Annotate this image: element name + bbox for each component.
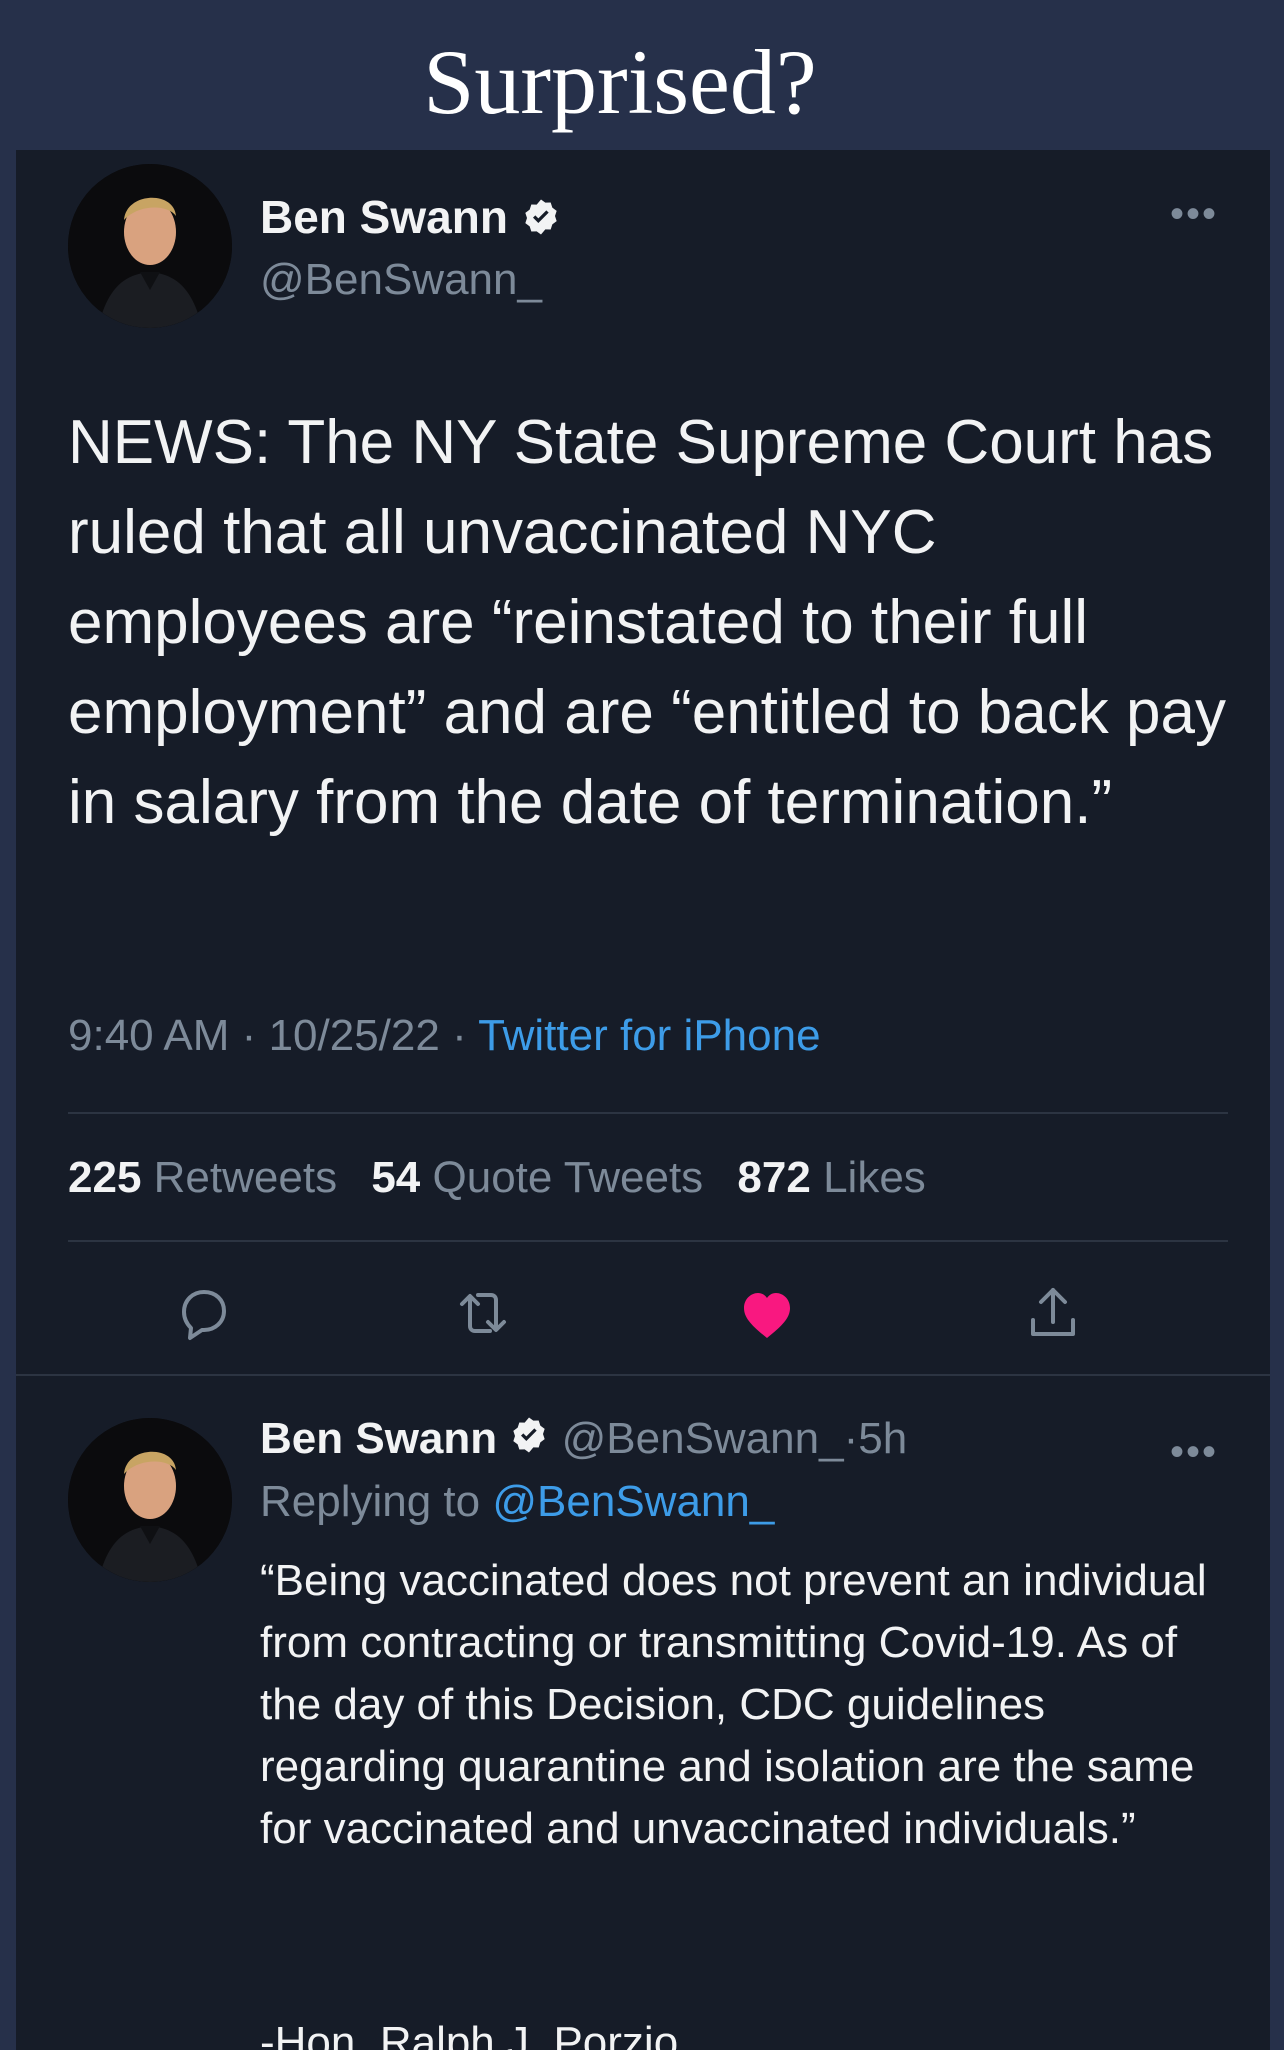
- retweets-count: 225: [68, 1153, 142, 1202]
- tweet-source-link[interactable]: Twitter for iPhone: [478, 1011, 820, 1060]
- reply-header: Ben Swann @BenSwann_·5h: [260, 1412, 907, 1468]
- author-name[interactable]: Ben Swann: [260, 1414, 497, 1463]
- replying-to-link[interactable]: @BenSwann_: [492, 1477, 774, 1526]
- likes-stat[interactable]: 872 Likes: [737, 1153, 925, 1202]
- tweet-separator: [16, 1374, 1270, 1376]
- retweets-label: Retweets: [153, 1153, 338, 1202]
- divider: [68, 1112, 1228, 1114]
- caption-title: Surprised?: [423, 31, 817, 133]
- tweet-actions: [16, 1268, 1270, 1358]
- tweet-time[interactable]: 9:40 AM: [68, 1011, 229, 1060]
- reply-text: “Being vaccinated does not prevent an in…: [260, 1556, 1207, 1853]
- tweet-date[interactable]: 10/25/22: [269, 1011, 440, 1060]
- reply-icon: [182, 1290, 226, 1340]
- tweet-stats: 225 Retweets 54 Quote Tweets 872 Likes: [68, 1152, 926, 1204]
- share-button[interactable]: [1008, 1268, 1098, 1358]
- author-name[interactable]: Ben Swann: [260, 191, 508, 243]
- more-horizontal-icon[interactable]: •••: [1170, 194, 1218, 234]
- replying-to: Replying to @BenSwann_: [260, 1476, 774, 1528]
- quotes-count: 54: [371, 1153, 421, 1202]
- author-handle[interactable]: @BenSwann_: [562, 1414, 844, 1463]
- meta-separator: ·: [843, 1414, 859, 1463]
- tweet-meta: 9:40 AM · 10/25/22 · Twitter for iPhone: [68, 1010, 821, 1062]
- reply-signature: -Hon. Ralph J. Porzio: [260, 2018, 679, 2050]
- avatar[interactable]: [68, 164, 232, 328]
- quotes-label: Quote Tweets: [432, 1153, 704, 1202]
- avatar[interactable]: [68, 1418, 232, 1582]
- reply-button[interactable]: [158, 1268, 248, 1358]
- avatar-photo: [68, 164, 232, 328]
- likes-label: Likes: [823, 1153, 926, 1202]
- meta-separator: ·: [452, 1011, 467, 1060]
- tweet-text: NEWS: The NY State Supreme Court has rul…: [68, 408, 1226, 837]
- like-button[interactable]: [722, 1268, 812, 1358]
- retweets-stat[interactable]: 225 Retweets: [68, 1153, 337, 1202]
- verified-badge-icon: [521, 194, 561, 248]
- author-handle[interactable]: @BenSwann_: [260, 254, 542, 306]
- share-icon: [1031, 1288, 1075, 1336]
- verified-badge-icon: [509, 1414, 549, 1468]
- replying-to-label: Replying to: [260, 1477, 481, 1526]
- author-name-row[interactable]: Ben Swann: [260, 190, 561, 248]
- retweet-icon: [460, 1293, 506, 1333]
- meta-separator: ·: [241, 1011, 257, 1060]
- quote-tweets-stat[interactable]: 54 Quote Tweets: [371, 1153, 703, 1202]
- tweet-card: Ben Swann @BenSwann_ ••• NEWS: The NY St…: [16, 150, 1270, 2050]
- heart-icon: [744, 1293, 790, 1338]
- retweet-button[interactable]: [438, 1268, 528, 1358]
- divider: [68, 1240, 1228, 1242]
- tweet-age[interactable]: 5h: [858, 1414, 907, 1463]
- more-horizontal-icon[interactable]: •••: [1170, 1432, 1218, 1472]
- likes-count: 872: [737, 1153, 811, 1202]
- avatar-photo: [68, 1418, 232, 1582]
